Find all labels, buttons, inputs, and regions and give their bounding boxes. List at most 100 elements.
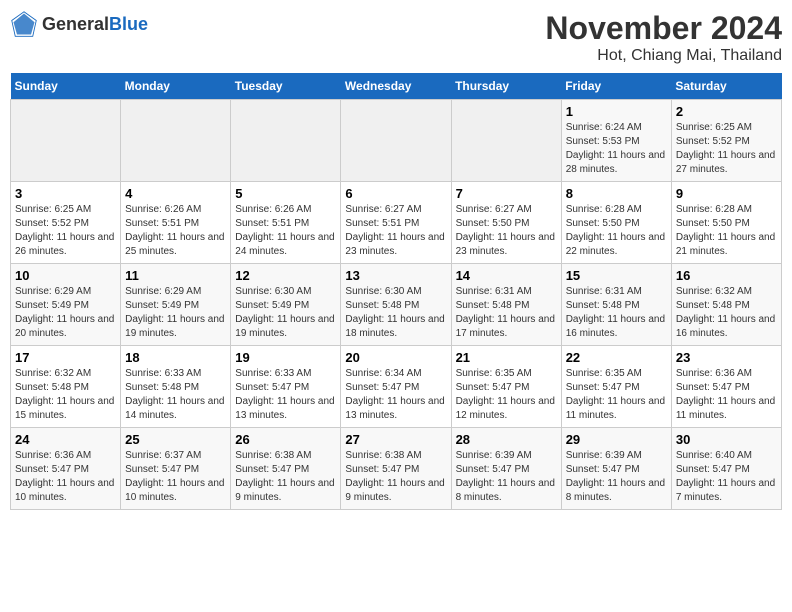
calendar-cell: 12Sunrise: 6:30 AM Sunset: 5:49 PM Dayli… xyxy=(231,264,341,346)
weekday-header-friday: Friday xyxy=(561,73,671,100)
logo-general: General xyxy=(42,14,109,34)
weekday-header-row: SundayMondayTuesdayWednesdayThursdayFrid… xyxy=(11,73,782,100)
day-number: 27 xyxy=(345,432,446,447)
calendar-cell xyxy=(451,100,561,182)
calendar-cell: 24 Sunrise: 6:36 AM Sunset: 5:47 PM Dayli… xyxy=(11,428,121,510)
main-title: November 2024 xyxy=(545,10,782,47)
calendar-cell: 13 Sunrise: 6:30 AM Sunset: 5:48 PM Dayli… xyxy=(341,264,451,346)
day-number: 18 xyxy=(125,350,226,365)
calendar-cell: 9Sunrise: 6:28 AM Sunset: 5:50 PM Daylig… xyxy=(671,182,781,264)
day-info: Sunrise: 6:27 AM Sunset: 5:51 PM Dayligh… xyxy=(345,203,446,259)
day-info: Sunrise: 6:30 AM Sunset: 5:48 PM Dayligh… xyxy=(345,285,446,341)
calendar-cell: 21 Sunrise: 6:35 AM Sunset: 5:47 PM Dayli… xyxy=(451,346,561,428)
header: GeneralBlue November 2024 Hot, Chiang Ma… xyxy=(10,10,782,65)
day-number: 24 xyxy=(15,432,116,447)
day-info: Sunrise: 6:35 AM Sunset: 5:47 PM Dayligh… xyxy=(566,367,667,423)
calendar-cell: 11 Sunrise: 6:29 AM Sunset: 5:49 PM Dayli… xyxy=(121,264,231,346)
day-info: Sunrise: 6:40 AM Sunset: 5:47 PM Dayligh… xyxy=(676,449,777,505)
day-info: Sunrise: 6:24 AM Sunset: 5:53 PM Dayligh… xyxy=(566,121,667,177)
logo: GeneralBlue xyxy=(10,10,148,38)
day-number: 23 xyxy=(676,350,777,365)
calendar-cell: 26Sunrise: 6:38 AM Sunset: 5:47 PM Dayli… xyxy=(231,428,341,510)
day-number: 20 xyxy=(345,350,446,365)
day-info: Sunrise: 6:38 AM Sunset: 5:47 PM Dayligh… xyxy=(235,449,336,505)
calendar-cell: 29Sunrise: 6:39 AM Sunset: 5:47 PM Dayli… xyxy=(561,428,671,510)
calendar-table: SundayMondayTuesdayWednesdayThursdayFrid… xyxy=(10,73,782,510)
day-info: Sunrise: 6:37 AM Sunset: 5:47 PM Dayligh… xyxy=(125,449,226,505)
day-info: Sunrise: 6:34 AM Sunset: 5:47 PM Dayligh… xyxy=(345,367,446,423)
day-info: Sunrise: 6:36 AM Sunset: 5:47 PM Dayligh… xyxy=(676,367,777,423)
day-info: Sunrise: 6:25 AM Sunset: 5:52 PM Dayligh… xyxy=(15,203,116,259)
calendar-cell: 10 Sunrise: 6:29 AM Sunset: 5:49 PM Dayli… xyxy=(11,264,121,346)
calendar-cell: 20 Sunrise: 6:34 AM Sunset: 5:47 PM Dayli… xyxy=(341,346,451,428)
day-number: 3 xyxy=(15,186,116,201)
week-row-1: 1 Sunrise: 6:24 AM Sunset: 5:53 PM Daylig… xyxy=(11,100,782,182)
calendar-cell: 25 Sunrise: 6:37 AM Sunset: 5:47 PM Dayli… xyxy=(121,428,231,510)
day-number: 21 xyxy=(456,350,557,365)
calendar-cell: 14 Sunrise: 6:31 AM Sunset: 5:48 PM Dayli… xyxy=(451,264,561,346)
calendar-cell: 7 Sunrise: 6:27 AM Sunset: 5:50 PM Daylig… xyxy=(451,182,561,264)
weekday-header-thursday: Thursday xyxy=(451,73,561,100)
calendar-cell: 4Sunrise: 6:26 AM Sunset: 5:51 PM Daylig… xyxy=(121,182,231,264)
sub-title: Hot, Chiang Mai, Thailand xyxy=(545,47,782,65)
calendar-cell: 2 Sunrise: 6:25 AM Sunset: 5:52 PM Daylig… xyxy=(671,100,781,182)
day-number: 10 xyxy=(15,268,116,283)
calendar-cell: 22Sunrise: 6:35 AM Sunset: 5:47 PM Dayli… xyxy=(561,346,671,428)
day-info: Sunrise: 6:29 AM Sunset: 5:49 PM Dayligh… xyxy=(125,285,226,341)
day-number: 11 xyxy=(125,268,226,283)
logo-blue: Blue xyxy=(109,14,148,34)
calendar-cell xyxy=(341,100,451,182)
calendar-cell: 17 Sunrise: 6:32 AM Sunset: 5:48 PM Dayli… xyxy=(11,346,121,428)
day-info: Sunrise: 6:28 AM Sunset: 5:50 PM Dayligh… xyxy=(566,203,667,259)
calendar-cell: 8 Sunrise: 6:28 AM Sunset: 5:50 PM Daylig… xyxy=(561,182,671,264)
day-info: Sunrise: 6:35 AM Sunset: 5:47 PM Dayligh… xyxy=(456,367,557,423)
day-number: 16 xyxy=(676,268,777,283)
day-number: 1 xyxy=(566,104,667,119)
day-info: Sunrise: 6:31 AM Sunset: 5:48 PM Dayligh… xyxy=(456,285,557,341)
weekday-header-wednesday: Wednesday xyxy=(341,73,451,100)
day-number: 17 xyxy=(15,350,116,365)
day-number: 2 xyxy=(676,104,777,119)
day-info: Sunrise: 6:26 AM Sunset: 5:51 PM Dayligh… xyxy=(125,203,226,259)
day-info: Sunrise: 6:36 AM Sunset: 5:47 PM Dayligh… xyxy=(15,449,116,505)
day-info: Sunrise: 6:27 AM Sunset: 5:50 PM Dayligh… xyxy=(456,203,557,259)
day-number: 14 xyxy=(456,268,557,283)
calendar-cell xyxy=(11,100,121,182)
calendar-cell: 16 Sunrise: 6:32 AM Sunset: 5:48 PM Dayli… xyxy=(671,264,781,346)
day-number: 25 xyxy=(125,432,226,447)
day-number: 8 xyxy=(566,186,667,201)
calendar-cell: 19Sunrise: 6:33 AM Sunset: 5:47 PM Dayli… xyxy=(231,346,341,428)
weekday-header-sunday: Sunday xyxy=(11,73,121,100)
day-info: Sunrise: 6:26 AM Sunset: 5:51 PM Dayligh… xyxy=(235,203,336,259)
day-number: 7 xyxy=(456,186,557,201)
calendar-cell xyxy=(121,100,231,182)
day-info: Sunrise: 6:25 AM Sunset: 5:52 PM Dayligh… xyxy=(676,121,777,177)
calendar-cell: 18 Sunrise: 6:33 AM Sunset: 5:48 PM Dayli… xyxy=(121,346,231,428)
calendar-cell xyxy=(231,100,341,182)
day-info: Sunrise: 6:31 AM Sunset: 5:48 PM Dayligh… xyxy=(566,285,667,341)
day-info: Sunrise: 6:32 AM Sunset: 5:48 PM Dayligh… xyxy=(15,367,116,423)
calendar-cell: 3 Sunrise: 6:25 AM Sunset: 5:52 PM Daylig… xyxy=(11,182,121,264)
logo-text: GeneralBlue xyxy=(42,14,148,35)
day-info: Sunrise: 6:33 AM Sunset: 5:48 PM Dayligh… xyxy=(125,367,226,423)
day-info: Sunrise: 6:33 AM Sunset: 5:47 PM Dayligh… xyxy=(235,367,336,423)
calendar-cell: 15 Sunrise: 6:31 AM Sunset: 5:48 PM Dayli… xyxy=(561,264,671,346)
day-number: 5 xyxy=(235,186,336,201)
weekday-header-tuesday: Tuesday xyxy=(231,73,341,100)
week-row-3: 10 Sunrise: 6:29 AM Sunset: 5:49 PM Dayli… xyxy=(11,264,782,346)
day-info: Sunrise: 6:29 AM Sunset: 5:49 PM Dayligh… xyxy=(15,285,116,341)
weekday-header-monday: Monday xyxy=(121,73,231,100)
calendar-cell: 1 Sunrise: 6:24 AM Sunset: 5:53 PM Daylig… xyxy=(561,100,671,182)
day-info: Sunrise: 6:28 AM Sunset: 5:50 PM Dayligh… xyxy=(676,203,777,259)
day-info: Sunrise: 6:39 AM Sunset: 5:47 PM Dayligh… xyxy=(456,449,557,505)
day-info: Sunrise: 6:30 AM Sunset: 5:49 PM Dayligh… xyxy=(235,285,336,341)
week-row-4: 17 Sunrise: 6:32 AM Sunset: 5:48 PM Dayli… xyxy=(11,346,782,428)
day-number: 15 xyxy=(566,268,667,283)
day-info: Sunrise: 6:32 AM Sunset: 5:48 PM Dayligh… xyxy=(676,285,777,341)
calendar-cell: 6 Sunrise: 6:27 AM Sunset: 5:51 PM Daylig… xyxy=(341,182,451,264)
day-number: 13 xyxy=(345,268,446,283)
calendar-cell: 28Sunrise: 6:39 AM Sunset: 5:47 PM Dayli… xyxy=(451,428,561,510)
day-number: 29 xyxy=(566,432,667,447)
week-row-5: 24 Sunrise: 6:36 AM Sunset: 5:47 PM Dayli… xyxy=(11,428,782,510)
day-number: 6 xyxy=(345,186,446,201)
